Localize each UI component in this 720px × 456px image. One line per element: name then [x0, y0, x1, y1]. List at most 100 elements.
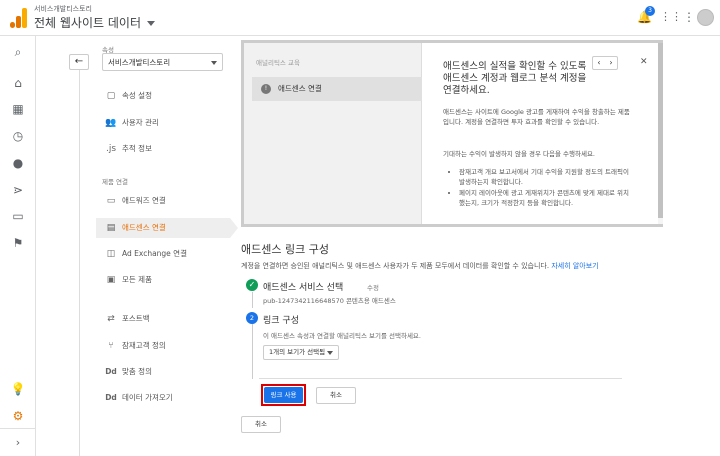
- education-paragraph: 애드센스는 사이트에 Google 광고를 게재하여 수익을 창출하는 제품입니…: [443, 108, 630, 126]
- nav-item-postbacks[interactable]: ⇄ 포스트백: [96, 309, 230, 329]
- step-connector: [252, 324, 253, 379]
- apps-grid-icon[interactable]: ⋮⋮: [660, 10, 682, 23]
- app-header: 서비스개발티스토리 전체 웹사이트 데이터 🔔 3 ⋮⋮ ⋮: [0, 0, 720, 36]
- nav-item-label: 사용자 관리: [122, 118, 159, 127]
- nav-item-label: 속성 설정: [122, 91, 152, 100]
- chevron-down-icon: [327, 351, 333, 355]
- divider: [259, 378, 622, 379]
- education-panel: 애널리틱스 교육 ! 애드센스 연결 애드센스의 실적을 확인할 수 있도록 애드…: [241, 40, 663, 227]
- page-description: 계정을 연결하면 승인된 애널리틱스 및 애드센스 사용자가 두 제품 모두에서…: [241, 261, 599, 271]
- expand-chevron-icon[interactable]: ›: [0, 428, 36, 456]
- list-item: 잠재고객 개요 보고서에서 기대 수익을 지원할 정도의 트래픽이 발생하는지 …: [459, 167, 633, 187]
- postback-icon: ⇄: [107, 314, 115, 324]
- scrollbar-thumb[interactable]: [658, 43, 663, 218]
- nav-item-label: 애드워즈 연결: [122, 196, 166, 205]
- view-select-dropdown[interactable]: 1개의 보기가 선택됨: [263, 345, 339, 360]
- nav-item-tracking-info[interactable]: .js 추적 정보: [96, 139, 230, 159]
- chevron-left-icon[interactable]: ‹: [593, 57, 605, 69]
- settings-gear-icon[interactable]: ⚙: [0, 409, 36, 423]
- step2-number: 2: [246, 312, 258, 324]
- nav-item-label: 데이터 가져오기: [122, 393, 173, 402]
- step-dot-icon: !: [261, 84, 271, 94]
- acquisition-icon[interactable]: ⋗: [0, 183, 36, 197]
- nav-item-label: 추적 정보: [122, 144, 152, 153]
- more-vert-icon[interactable]: ⋮: [683, 10, 695, 24]
- nav-item-label: 잠재고객 정의: [122, 341, 166, 350]
- education-paragraph: 기대하는 수익이 발생하지 않을 경우 다음을 수행하세요.: [443, 150, 596, 158]
- education-step-label: 애드센스 연결: [278, 84, 322, 93]
- avatar[interactable]: [697, 9, 714, 26]
- page-title: 애드센스 링크 구성: [241, 243, 329, 256]
- nav-item-label: 맞춤 정의: [122, 367, 152, 376]
- close-icon[interactable]: ✕: [640, 57, 648, 67]
- ad-exchange-icon: ◫: [106, 249, 116, 259]
- chevron-right-icon[interactable]: ›: [605, 57, 617, 69]
- settings-box-icon: ▢: [106, 91, 116, 101]
- step1-value: pub-1247342116648570 콘텐츠용 애드센스: [263, 297, 396, 305]
- education-steps: 애널리틱스 교육 ! 애드센스 연결: [244, 43, 422, 224]
- chevron-down-icon: [147, 21, 155, 26]
- learn-more-link[interactable]: 자세히 알아보기: [551, 262, 598, 270]
- enable-link-button[interactable]: 링크 사용: [264, 387, 303, 403]
- education-step-adsense[interactable]: ! 애드센스 연결: [252, 77, 422, 101]
- conversions-flag-icon[interactable]: ⚑: [0, 236, 36, 250]
- js-icon: .js: [105, 144, 117, 154]
- notification-badge: 3: [645, 6, 655, 16]
- lightbulb-icon[interactable]: 💡: [0, 382, 36, 396]
- adsense-icon: ▤: [106, 223, 116, 233]
- home-icon[interactable]: ⌂: [0, 76, 36, 90]
- reports-clock-icon[interactable]: ◷: [0, 129, 36, 143]
- nav-item-custom-definitions[interactable]: Dd 맞춤 정의: [96, 362, 230, 382]
- nav-item-adwords-link[interactable]: ▭ 애드워즈 연결: [96, 191, 230, 211]
- all-products-icon: ▣: [106, 275, 116, 285]
- nav-item-audience-definitions[interactable]: ⑂ 잠재고객 정의: [96, 336, 230, 356]
- nav-item-label: 애드센스 연결: [122, 223, 166, 232]
- outer-cancel-button[interactable]: 취소: [241, 416, 281, 433]
- nav-item-property-settings[interactable]: ▢ 속성 설정: [96, 86, 230, 106]
- nav-divider: [79, 70, 80, 456]
- nav-item-label: 모든 제품: [122, 275, 152, 284]
- nav-item-label: 포스트백: [122, 314, 150, 323]
- nav-item-data-import[interactable]: Dd 데이터 가져오기: [96, 388, 230, 408]
- list-item: 페이지 레이아웃에 광고 게재위치가 콘텐츠에 맞게 제대로 위치했는지, 크기…: [459, 188, 633, 208]
- users-icon: 👥: [105, 118, 117, 128]
- customization-icon[interactable]: ▦: [0, 102, 36, 116]
- dd-icon: Dd: [105, 393, 117, 402]
- account-path[interactable]: 서비스개발티스토리: [34, 4, 92, 14]
- back-button[interactable]: ←: [69, 54, 89, 70]
- step-connector: [252, 292, 253, 308]
- nav-item-ad-exchange-link[interactable]: ◫ Ad Exchange 연결: [96, 244, 230, 264]
- section-product-linking: 제품 연결: [102, 178, 128, 186]
- description-text: 계정을 연결하면 승인된 애널리틱스 및 애드센스 사용자가 두 제품 모두에서…: [241, 262, 550, 270]
- check-icon: ✓: [246, 279, 258, 291]
- audience-person-icon[interactable]: ●: [0, 156, 36, 170]
- view-name: 전체 웹사이트 데이터: [34, 16, 141, 30]
- adwords-icon: ▭: [106, 196, 116, 206]
- chevron-down-icon: [211, 61, 217, 65]
- behavior-icon[interactable]: ▭: [0, 209, 36, 223]
- property-value: 서비스개발티스토리: [108, 58, 171, 67]
- view-selector[interactable]: 전체 웹사이트 데이터: [34, 14, 155, 31]
- property-select[interactable]: 서비스개발티스토리: [102, 53, 223, 71]
- step2-title: 링크 구성: [263, 316, 299, 326]
- education-title: 애널리틱스 교육: [256, 59, 300, 67]
- view-select-value: 1개의 보기가 선택됨: [269, 348, 326, 356]
- analytics-logo[interactable]: [10, 8, 28, 28]
- step1-edit-link[interactable]: 수정: [367, 282, 379, 292]
- nav-item-label: Ad Exchange 연결: [122, 249, 187, 258]
- left-rail: ⌕ ⌂ ▦ ◷ ● ⋗ ▭ ⚑ 💡 ⚙ ›: [0, 36, 36, 456]
- audience-fork-icon: ⑂: [108, 341, 114, 351]
- nav-item-all-products[interactable]: ▣ 모든 제품: [96, 270, 230, 290]
- education-heading: 애드센스의 실적을 확인할 수 있도록 애드센스 계정과 웹로그 분석 계정을 …: [443, 61, 587, 96]
- active-arrow: [230, 218, 238, 238]
- education-bullets: 잠재고객 개요 보고서에서 기대 수익을 지원할 정도의 트래픽이 발생하는지 …: [443, 167, 633, 209]
- education-pager[interactable]: ‹ ›: [592, 56, 618, 70]
- step1-title: 애드센스 서비스 선택: [263, 283, 344, 293]
- nav-item-adsense-link[interactable]: ▤ 애드센스 연결: [96, 218, 230, 238]
- scrollbar[interactable]: [658, 43, 663, 224]
- search-icon[interactable]: ⌕: [0, 45, 36, 60]
- dd-icon: Dd: [105, 367, 117, 376]
- step2-description: 이 애드센스 속성과 연결할 애널리틱스 보기를 선택하세요.: [263, 332, 421, 340]
- nav-item-user-management[interactable]: 👥 사용자 관리: [96, 113, 230, 133]
- cancel-button[interactable]: 취소: [316, 387, 356, 404]
